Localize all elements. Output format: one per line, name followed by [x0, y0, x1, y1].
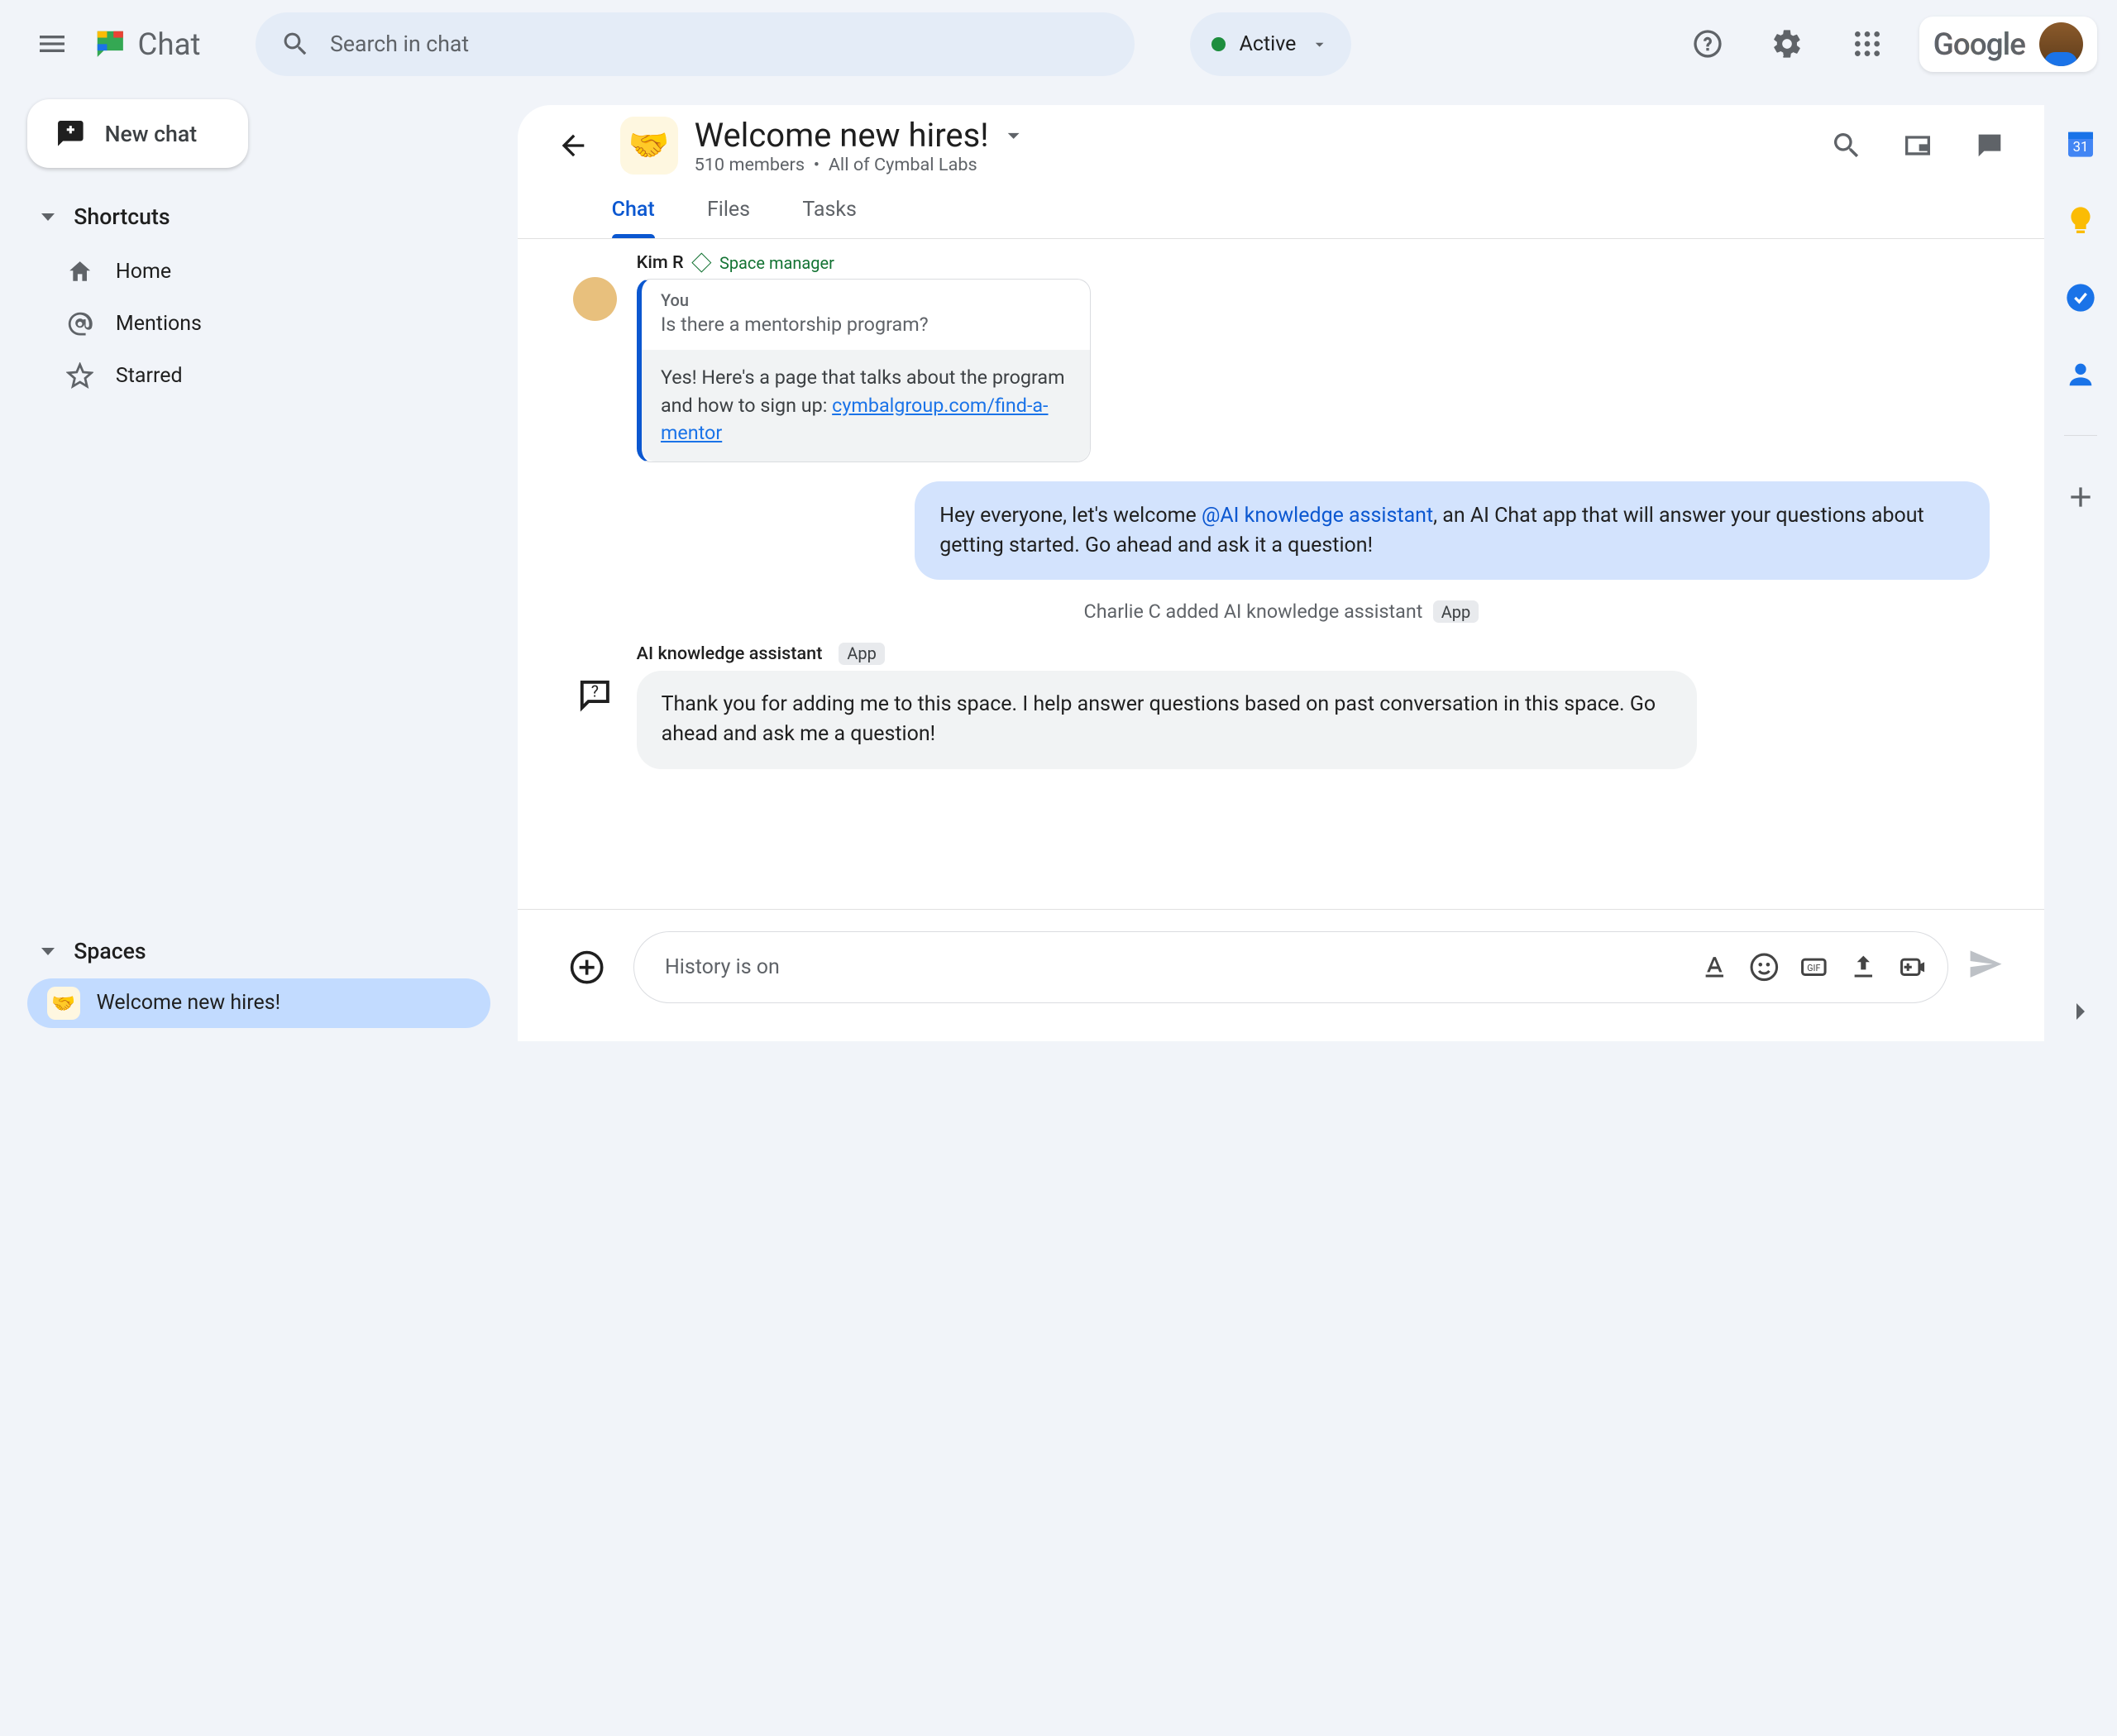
app-logo: Chat: [91, 25, 201, 64]
chevron-down-icon[interactable]: [1000, 122, 1027, 149]
svg-text:31: 31: [2072, 140, 2088, 155]
search-icon: [280, 29, 311, 60]
new-chat-button[interactable]: New chat: [27, 99, 248, 168]
caret-down-icon: [41, 213, 55, 221]
tab-tasks[interactable]: Tasks: [797, 186, 863, 237]
chat-logo-icon: [91, 25, 130, 64]
app-name: Chat: [138, 26, 201, 62]
help-button[interactable]: [1680, 17, 1735, 72]
home-icon: [66, 258, 93, 285]
settings-button[interactable]: [1760, 17, 1815, 72]
format-icon[interactable]: [1699, 952, 1730, 983]
ai-message-body: Thank you for adding me to this space. I…: [637, 671, 1698, 769]
space-title: Welcome new hires!: [695, 116, 989, 155]
tab-files[interactable]: Files: [701, 186, 755, 237]
tasks-icon[interactable]: [2064, 281, 2097, 314]
emoji-icon[interactable]: [1749, 952, 1780, 983]
add-attachment-button[interactable]: [559, 940, 614, 995]
svg-text:?: ?: [591, 681, 599, 701]
upload-icon[interactable]: [1848, 952, 1879, 983]
expand-panel-icon[interactable]: [2064, 995, 2097, 1028]
chevron-down-icon: [1310, 35, 1329, 54]
message-composer[interactable]: History is on GIF: [633, 931, 1947, 1003]
apps-button[interactable]: [1840, 17, 1895, 72]
quoted-reply: You Is there a mentorship program? Yes! …: [637, 279, 1092, 462]
chat-lines-icon: [1973, 129, 2006, 162]
ai-sender-name: AI knowledge assistant: [637, 643, 823, 664]
space-subtitle: 510 members • All of Cymbal Labs: [695, 155, 1028, 175]
google-brand: Google: [1933, 26, 2025, 62]
thread-button[interactable]: [1962, 118, 2017, 174]
pip-icon: [1901, 129, 1934, 162]
search-bar[interactable]: Search in chat: [256, 12, 1135, 76]
new-chat-label: New chat: [105, 121, 198, 147]
manager-diamond-icon: [692, 253, 712, 273]
rail-divider: [2064, 435, 2097, 436]
sender-avatar: [573, 277, 617, 321]
search-placeholder: Search in chat: [330, 31, 469, 57]
keep-icon[interactable]: [2064, 204, 2097, 237]
space-item-welcome-new-hires[interactable]: 🤝 Welcome new hires!: [27, 978, 490, 1028]
gear-icon: [1771, 27, 1804, 60]
sender-role: Space manager: [719, 253, 834, 273]
spaces-header[interactable]: Spaces: [27, 927, 490, 976]
video-icon[interactable]: [1898, 952, 1928, 983]
ai-avatar: ?: [573, 672, 617, 716]
account-switcher[interactable]: Google: [1919, 17, 2097, 72]
shortcut-home[interactable]: Home: [27, 250, 490, 294]
plus-circle-icon: [569, 949, 605, 985]
system-message: Charlie C added AI knowledge assistant A…: [573, 600, 1990, 624]
at-icon: [66, 310, 93, 337]
user-avatar: [2039, 22, 2083, 66]
handshake-icon: 🤝: [47, 987, 80, 1020]
star-icon: [66, 362, 93, 390]
reply-text: Yes! Here's a page that talks about the …: [642, 350, 1091, 461]
status-selector[interactable]: Active: [1190, 12, 1351, 76]
tab-chat[interactable]: Chat: [606, 186, 660, 237]
help-icon: [1691, 27, 1724, 60]
search-icon: [1830, 129, 1863, 162]
caret-down-icon: [41, 948, 55, 955]
calendar-icon[interactable]: 31: [2064, 127, 2097, 160]
status-label: Active: [1240, 32, 1297, 56]
status-dot-icon: [1211, 37, 1226, 51]
apps-grid-icon: [1851, 27, 1884, 60]
arrow-left-icon: [557, 129, 590, 162]
hamburger-icon: [36, 27, 69, 60]
mention-ai-assistant[interactable]: @AI knowledge assistant: [1202, 504, 1433, 528]
svg-text:GIF: GIF: [1807, 963, 1820, 973]
own-message: Hey everyone, let's welcome @AI knowledg…: [915, 481, 1989, 580]
new-chat-icon: [55, 118, 86, 149]
space-emoji-icon: 🤝: [620, 117, 678, 175]
question-bubble-icon: ?: [576, 676, 614, 715]
shortcut-mentions[interactable]: Mentions: [27, 302, 490, 346]
pip-button[interactable]: [1890, 118, 1946, 174]
shortcuts-header[interactable]: Shortcuts: [27, 193, 490, 242]
sender-name: Kim R: [637, 252, 684, 273]
composer-placeholder: History is on: [665, 955, 1685, 979]
main-menu-button[interactable]: [19, 11, 85, 77]
contacts-icon[interactable]: [2064, 358, 2097, 391]
shortcut-starred[interactable]: Starred: [27, 354, 490, 398]
back-button[interactable]: [546, 118, 601, 174]
send-button[interactable]: [1967, 946, 2003, 988]
app-badge: App: [839, 643, 884, 665]
app-badge: App: [1433, 600, 1479, 623]
send-icon: [1967, 946, 2003, 982]
add-app-icon[interactable]: [2064, 481, 2097, 514]
gif-icon[interactable]: GIF: [1799, 952, 1829, 983]
search-in-space-button[interactable]: [1818, 118, 1874, 174]
